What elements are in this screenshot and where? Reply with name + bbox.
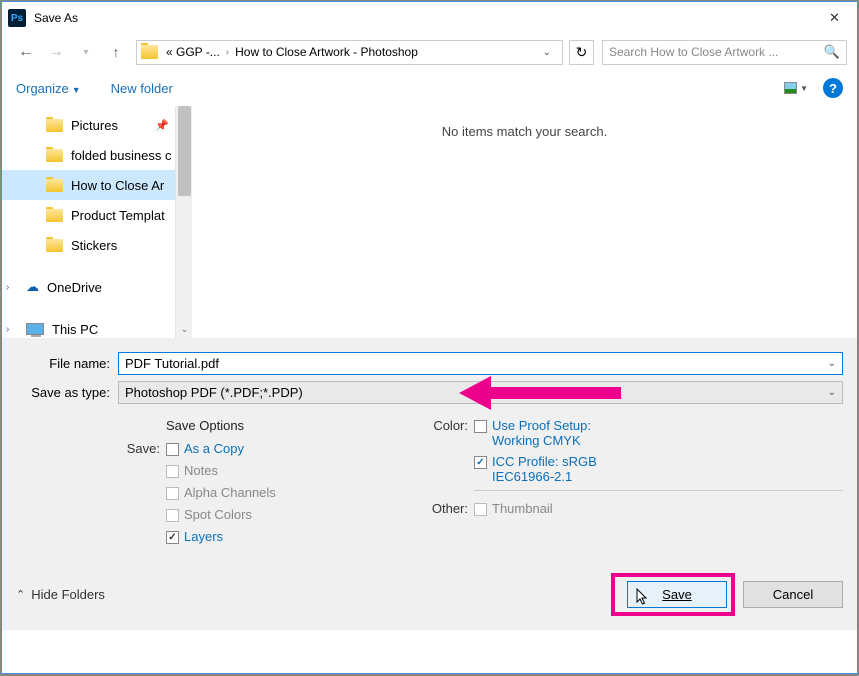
- close-button[interactable]: ✕: [812, 3, 857, 33]
- sidebar: Pictures 📌 folded business c How to Clos…: [2, 106, 192, 338]
- breadcrumb-seg-2[interactable]: How to Close Artwork - Photoshop: [231, 45, 422, 59]
- savetype-value: Photoshop PDF (*.PDF;*.PDP): [125, 385, 828, 400]
- chevron-down-icon[interactable]: ⌄: [828, 358, 836, 369]
- option-proof-line2[interactable]: Working CMYK: [492, 433, 591, 448]
- chevron-right-icon: ›: [224, 47, 231, 58]
- empty-message: No items match your search.: [442, 124, 607, 139]
- sidebar-item-label: Stickers: [71, 238, 117, 253]
- search-icon: 🔍: [824, 44, 840, 60]
- sidebar-item-stickers[interactable]: Stickers: [2, 230, 175, 260]
- checkbox-proof[interactable]: [474, 420, 487, 433]
- help-button[interactable]: ?: [823, 78, 843, 98]
- chevron-up-icon: ⌃: [16, 588, 25, 601]
- sidebar-onedrive[interactable]: › ☁ OneDrive: [2, 272, 175, 302]
- filename-value: PDF Tutorial.pdf: [125, 356, 828, 371]
- folder-icon: [141, 45, 158, 59]
- up-button[interactable]: ↑: [102, 38, 130, 66]
- folder-icon: [46, 179, 63, 192]
- option-proof-line1[interactable]: Use Proof Setup:: [492, 418, 591, 433]
- save-label: Save: [662, 587, 692, 602]
- sidebar-item-howto[interactable]: How to Close Ar: [2, 170, 175, 200]
- scrollbar-thumb[interactable]: [178, 106, 191, 196]
- hide-folders-button[interactable]: ⌃ Hide Folders: [16, 587, 105, 602]
- app-icon: Ps: [8, 9, 26, 27]
- option-icc-line2[interactable]: IEC61966-2.1: [492, 469, 597, 484]
- checkbox-icc[interactable]: [474, 456, 487, 469]
- save-sublabel: Save:: [126, 441, 166, 456]
- cancel-label: Cancel: [773, 587, 813, 602]
- sidebar-item-product[interactable]: Product Templat: [2, 200, 175, 230]
- cursor-icon: [636, 588, 651, 606]
- cancel-button[interactable]: Cancel: [743, 581, 843, 608]
- checkbox-alpha: [166, 487, 179, 500]
- folder-icon: [46, 119, 63, 132]
- scrollbar-down[interactable]: ⌄: [176, 321, 193, 338]
- annotation-highlight: Save: [611, 573, 735, 616]
- divider: [474, 490, 843, 491]
- hide-folders-label: Hide Folders: [31, 587, 105, 602]
- filename-input[interactable]: PDF Tutorial.pdf ⌄: [118, 352, 843, 375]
- option-thumbnail: Thumbnail: [492, 501, 553, 516]
- sidebar-thispc[interactable]: › This PC: [2, 314, 175, 344]
- save-button[interactable]: Save: [627, 581, 727, 608]
- checkbox-thumbnail: [474, 503, 487, 516]
- picture-icon: [784, 82, 797, 94]
- option-notes: Notes: [184, 463, 218, 478]
- sidebar-item-pictures[interactable]: Pictures 📌: [2, 110, 175, 140]
- checkbox-layers[interactable]: [166, 531, 179, 544]
- recent-dropdown[interactable]: ▾: [72, 38, 100, 66]
- option-spot: Spot Colors: [184, 507, 252, 522]
- color-label: Color:: [426, 418, 474, 448]
- search-input[interactable]: Search How to Close Artwork ... 🔍: [602, 40, 847, 65]
- sidebar-item-label: This PC: [52, 322, 98, 337]
- search-placeholder: Search How to Close Artwork ...: [609, 45, 824, 59]
- checkbox-notes: [166, 465, 179, 478]
- sidebar-scrollbar[interactable]: ⌄: [175, 106, 192, 338]
- sidebar-item-label: How to Close Ar: [71, 178, 164, 193]
- chevron-right-icon: ›: [6, 324, 9, 335]
- other-label: Other:: [426, 501, 474, 516]
- breadcrumb-seg-1[interactable]: « GGP -...: [162, 45, 224, 59]
- checkbox-asacopy[interactable]: [166, 443, 179, 456]
- new-folder-button[interactable]: New folder: [111, 81, 173, 96]
- refresh-button[interactable]: ↻: [569, 40, 594, 65]
- back-button[interactable]: ←: [12, 38, 40, 66]
- option-layers[interactable]: Layers: [184, 529, 223, 544]
- option-alpha: Alpha Channels: [184, 485, 276, 500]
- sidebar-item-folded[interactable]: folded business c: [2, 140, 175, 170]
- option-icc-line1[interactable]: ICC Profile: sRGB: [492, 454, 597, 469]
- sidebar-item-label: OneDrive: [47, 280, 102, 295]
- view-button[interactable]: ▼: [783, 77, 809, 99]
- breadcrumb-dropdown[interactable]: ⌄: [543, 47, 558, 58]
- sidebar-item-label: Pictures: [71, 118, 118, 133]
- save-options-title: Save Options: [126, 418, 426, 433]
- window-title: Save As: [34, 11, 812, 25]
- savetype-select[interactable]: Photoshop PDF (*.PDF;*.PDP) ⌄: [118, 381, 843, 404]
- chevron-down-icon[interactable]: ⌄: [828, 387, 836, 398]
- pc-icon: [26, 323, 44, 335]
- chevron-right-icon: ›: [6, 282, 9, 293]
- savetype-label: Save as type:: [16, 385, 118, 400]
- pin-icon: 📌: [155, 119, 169, 132]
- sidebar-item-label: Product Templat: [71, 208, 165, 223]
- forward-button[interactable]: →: [42, 38, 70, 66]
- folder-icon: [46, 209, 63, 222]
- folder-icon: [46, 149, 63, 162]
- sidebar-item-label: folded business c: [71, 148, 171, 163]
- organize-button[interactable]: Organize▼: [16, 81, 81, 96]
- filename-label: File name:: [16, 356, 118, 371]
- option-asacopy[interactable]: As a Copy: [184, 441, 244, 456]
- breadcrumb[interactable]: « GGP -... › How to Close Artwork - Phot…: [136, 40, 563, 65]
- checkbox-spot: [166, 509, 179, 522]
- folder-icon: [46, 239, 63, 252]
- file-list-pane: No items match your search.: [192, 106, 857, 338]
